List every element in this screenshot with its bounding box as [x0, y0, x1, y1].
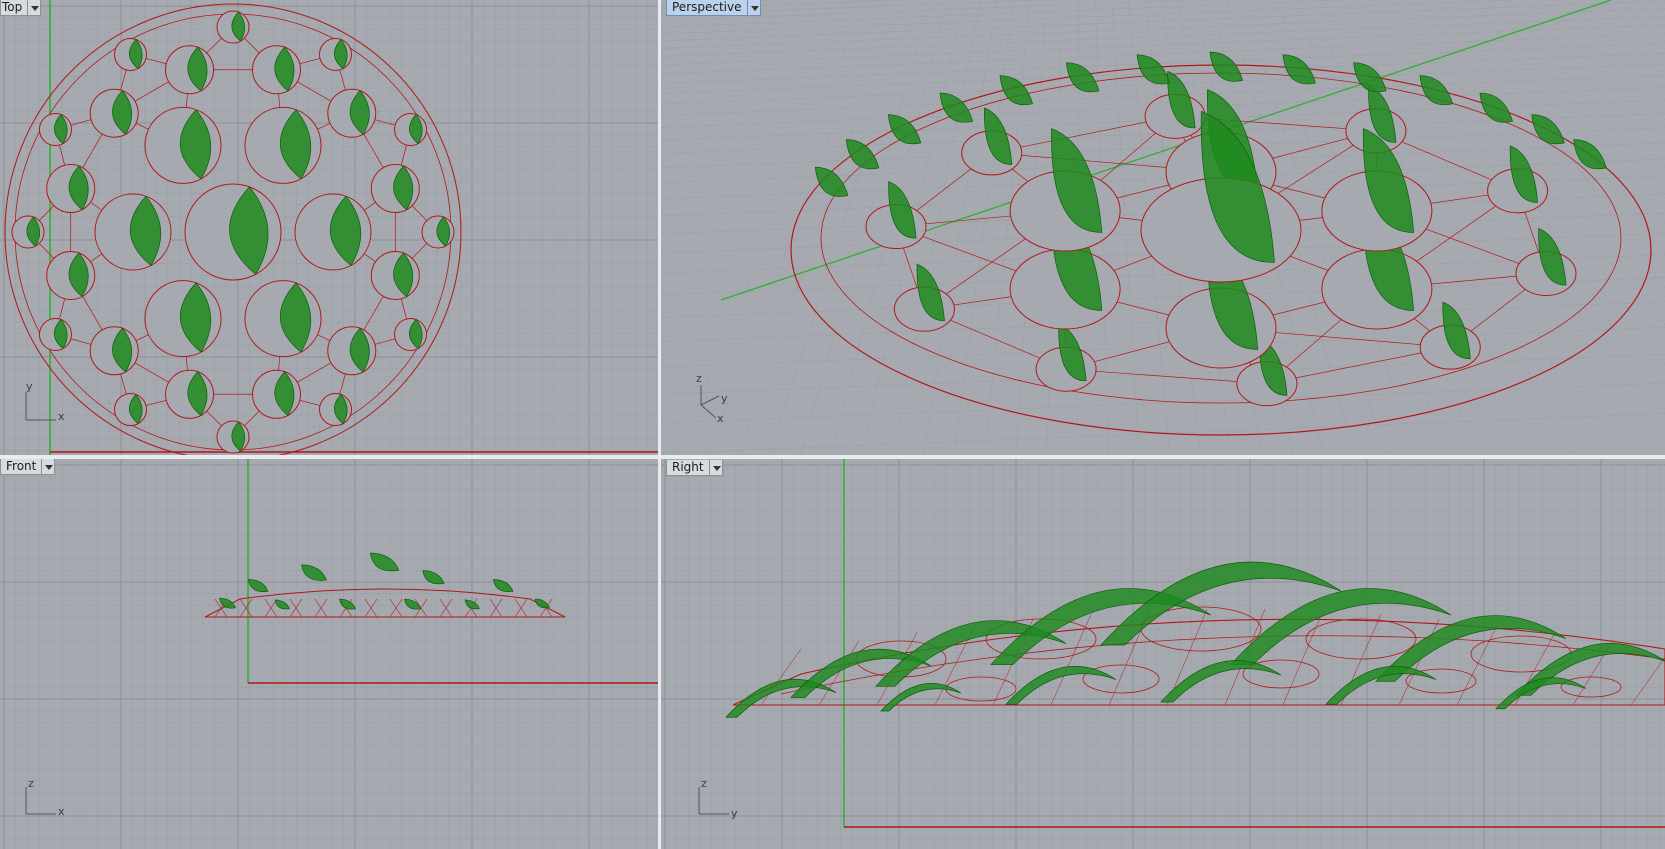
viewport-layout: Top y x Perspective z y x Front z x Righ… — [0, 0, 1665, 849]
axis-label-z: z — [28, 777, 34, 790]
viewport-tab-perspective[interactable]: Perspective — [666, 0, 761, 16]
chevron-down-icon[interactable] — [42, 459, 56, 475]
axis-label-z: z — [701, 777, 707, 790]
front-canvas[interactable] — [0, 459, 658, 849]
right-viewport[interactable]: Right z y — [661, 459, 1665, 849]
axis-label-x: x — [58, 805, 65, 818]
top-viewport[interactable]: Top y x — [0, 0, 658, 455]
viewport-title[interactable]: Front — [0, 459, 43, 475]
chevron-down-icon[interactable] — [709, 460, 723, 476]
viewport-title[interactable]: Perspective — [666, 0, 748, 16]
top-canvas[interactable] — [0, 0, 658, 455]
axis-label-y: y — [721, 392, 728, 405]
axis-gizmo — [25, 787, 56, 815]
dome-model — [4, 3, 462, 455]
chevron-down-icon[interactable] — [747, 0, 761, 16]
grid — [661, 459, 1665, 849]
axis-label-x: x — [58, 410, 65, 423]
viewport-tab-front[interactable]: Front — [0, 459, 56, 475]
dome-model — [790, 51, 1652, 436]
front-viewport[interactable]: Front z x — [0, 459, 658, 849]
viewport-title[interactable]: Top — [0, 0, 29, 16]
viewport-title[interactable]: Right — [666, 460, 710, 476]
dome-model — [725, 561, 1665, 718]
viewport-tab-right[interactable]: Right — [666, 460, 723, 476]
right-canvas[interactable] — [661, 459, 1665, 849]
axis-label-y: y — [26, 380, 33, 393]
axis-label-y: y — [731, 807, 738, 820]
axis-label-z: z — [696, 372, 702, 385]
axis-label-x: x — [717, 412, 724, 425]
chevron-down-icon[interactable] — [28, 0, 42, 16]
axis-gizmo — [698, 787, 729, 815]
viewport-divider-vertical[interactable] — [658, 0, 661, 849]
grid — [0, 459, 658, 849]
dome-model — [204, 552, 566, 618]
perspective-canvas[interactable] — [661, 0, 1665, 455]
perspective-viewport[interactable]: Perspective z y x — [661, 0, 1665, 455]
viewport-tab-top[interactable]: Top — [0, 0, 42, 16]
viewport-divider-horizontal[interactable] — [0, 455, 1665, 459]
